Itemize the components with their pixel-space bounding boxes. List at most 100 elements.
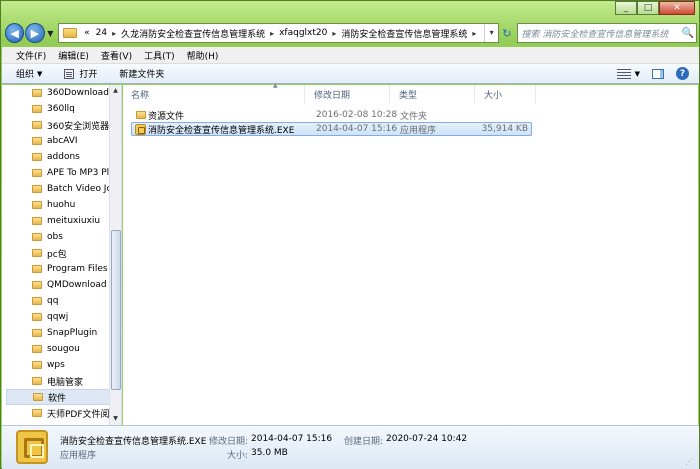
resize-grip-icon[interactable]: ⋰ [685,457,695,467]
help-icon[interactable]: ? [676,67,689,80]
folder-icon [33,393,43,401]
search-input[interactable]: 搜索 消防安全检查宣传信息管理系统 🔍 [516,23,697,43]
tree-item[interactable]: 360llq [32,101,110,117]
change-view-icon[interactable] [616,68,631,79]
breadcrumb-item[interactable]: 消防安全检查宣传信息管理系统 [338,27,470,40]
tree-item[interactable]: APE To MP3 Pl [32,165,110,181]
file-row-selected[interactable]: 消防安全检查宣传信息管理系统.EXE 2014-04-07 15:16 应用程序… [131,122,532,136]
tree-item[interactable]: Batch Video Jo [32,181,110,197]
breadcrumb-item[interactable]: 久龙消防安全检查宣传信息管理系统 [118,27,268,40]
open-button[interactable]: 打开 [64,67,97,80]
details-created-value: 2020-07-24 10:42 [386,434,468,444]
close-button[interactable]: ✕ [659,1,695,15]
column-header-name[interactable]: 名称 ▲ [123,82,305,103]
forward-button[interactable]: ▶ [25,23,45,43]
breadcrumb-separator-icon[interactable]: ▸ [470,29,478,38]
folder-icon [32,185,42,193]
tree-item[interactable]: pc包 [32,245,110,261]
folder-icon [136,111,146,119]
open-icon [64,68,75,79]
tree-item[interactable]: huohu [32,197,110,213]
back-button[interactable]: ◀ [5,23,25,43]
folder-icon [32,249,42,257]
address-dropdown-button[interactable]: ▾ [484,24,498,42]
tree-item[interactable]: qqwj [32,309,110,325]
file-type: 应用程序 [400,125,437,136]
file-modified: 2014-04-07 15:16 [316,124,398,134]
toolbar-right: ▼ ? [616,67,689,80]
view-options-dropdown[interactable]: ▼ [635,70,640,78]
menu-help[interactable]: 帮助(H) [181,49,225,62]
new-folder-button[interactable]: 新建文件夹 [119,67,164,80]
scroll-down-icon[interactable]: ▼ [110,413,121,425]
maximize-button[interactable]: □ [637,1,659,15]
column-header-size[interactable]: 大小 [476,85,536,103]
chevron-down-icon: ▼ [37,69,43,78]
details-filename: 消防安全检查宣传信息管理系统.EXE [60,437,207,447]
tree-item-label: 360llq [47,104,75,114]
tree-item[interactable]: 360安全浏览器 [32,117,110,133]
folder-icon [32,265,42,273]
preview-pane-icon[interactable] [652,68,664,79]
menu-tools[interactable]: 工具(T) [138,49,181,62]
breadcrumb-separator-icon[interactable]: ▸ [330,29,338,38]
menu-view[interactable]: 查看(V) [95,49,138,62]
scrollbar-thumb[interactable] [111,230,121,390]
refresh-icon[interactable]: ↻ [499,23,514,43]
folder-icon [32,105,42,113]
tree-item[interactable]: wps [32,357,110,373]
organize-button[interactable]: 组织 ▼ [16,67,43,81]
tree-item[interactable]: QMDownload [32,277,110,293]
tree-item[interactable]: qq [32,293,110,309]
exe-large-icon [16,430,48,464]
tree-item-label: sougou [47,344,80,354]
address-bar[interactable]: « 24 ▸ 久龙消防安全检查宣传信息管理系统 ▸ xfaqglxt20 ▸ 消… [58,23,500,43]
minimize-button[interactable]: _ [615,1,637,15]
tree-item[interactable]: 电脑管家 [32,373,110,389]
tree-item[interactable]: 360Downloads [32,85,110,101]
details-size-value: 35.0 MB [251,448,288,458]
menu-file[interactable]: 文件(F) [10,49,52,62]
search-icon[interactable]: 🔍 [680,28,696,39]
details-filetype: 应用程序 [60,451,97,461]
column-header-modified[interactable]: 修改日期 [306,85,390,103]
folder-icon [32,137,42,145]
nav-scrollbar[interactable]: ▲ ▼ [109,85,121,425]
tree-item-label: SnapPlugin [47,328,98,338]
breadcrumb-item[interactable]: xfaqglxt20 [276,28,330,38]
tree-item[interactable]: 天师PDF文件阅 [32,405,110,421]
tree-item[interactable]: abcAVI [32,133,110,149]
details-created-label: 创建日期: [344,437,384,447]
recent-pages-dropdown[interactable]: ▼ [46,29,56,38]
details-pane: 消防安全检查宣传信息管理系统.EXE 应用程序 修改日期: 2014-04-07… [2,425,699,469]
tree-item-label: 软件 [48,393,67,404]
breadcrumb-separator-icon[interactable]: ▸ [268,29,276,38]
tree-item-label: APE To MP3 Pl [47,168,110,178]
tree-item[interactable]: SnapPlugin [32,325,110,341]
tree-item-selected[interactable]: 软件 [6,389,110,405]
breadcrumb-separator-icon[interactable]: ▸ [110,29,118,38]
file-list-pane: 名称 ▲ 修改日期 类型 大小 资源文件 2016-02-08 10:28 文件… [123,82,698,425]
breadcrumb-item[interactable]: 24 [93,28,110,38]
breadcrumb-overflow[interactable]: « [81,28,93,38]
tree-item[interactable]: addons [32,149,110,165]
tree-item[interactable]: meituxiuxiu [32,213,110,229]
sort-ascending-icon: ▲ [273,82,278,89]
tree-item-label: obs [47,232,63,242]
folder-icon [32,281,42,289]
menu-edit[interactable]: 编辑(E) [52,49,95,62]
explorer-window: _ □ ✕ ◀ ▶ ▼ « 24 ▸ 久龙消防安全检查宣传信息管理系统 ▸ xf… [0,0,700,469]
tree-item-label: qqwj [47,312,69,322]
folder-icon [32,409,42,417]
tree-item[interactable]: Program Files [32,261,110,277]
scroll-up-icon[interactable]: ▲ [110,85,121,97]
caption-buttons: _ □ ✕ [615,1,695,16]
file-name: 资源文件 [148,111,185,122]
column-header-type[interactable]: 类型 [391,85,475,103]
tree-item[interactable]: sougou [32,341,110,357]
tree-item[interactable]: obs [32,229,110,245]
column-modified-label: 修改日期 [314,90,351,101]
tree-item-label: Program Files [47,264,108,274]
search-placeholder: 搜索 消防安全检查宣传信息管理系统 [521,29,669,40]
file-row[interactable]: 资源文件 2016-02-08 10:28 文件夹 [131,108,532,122]
